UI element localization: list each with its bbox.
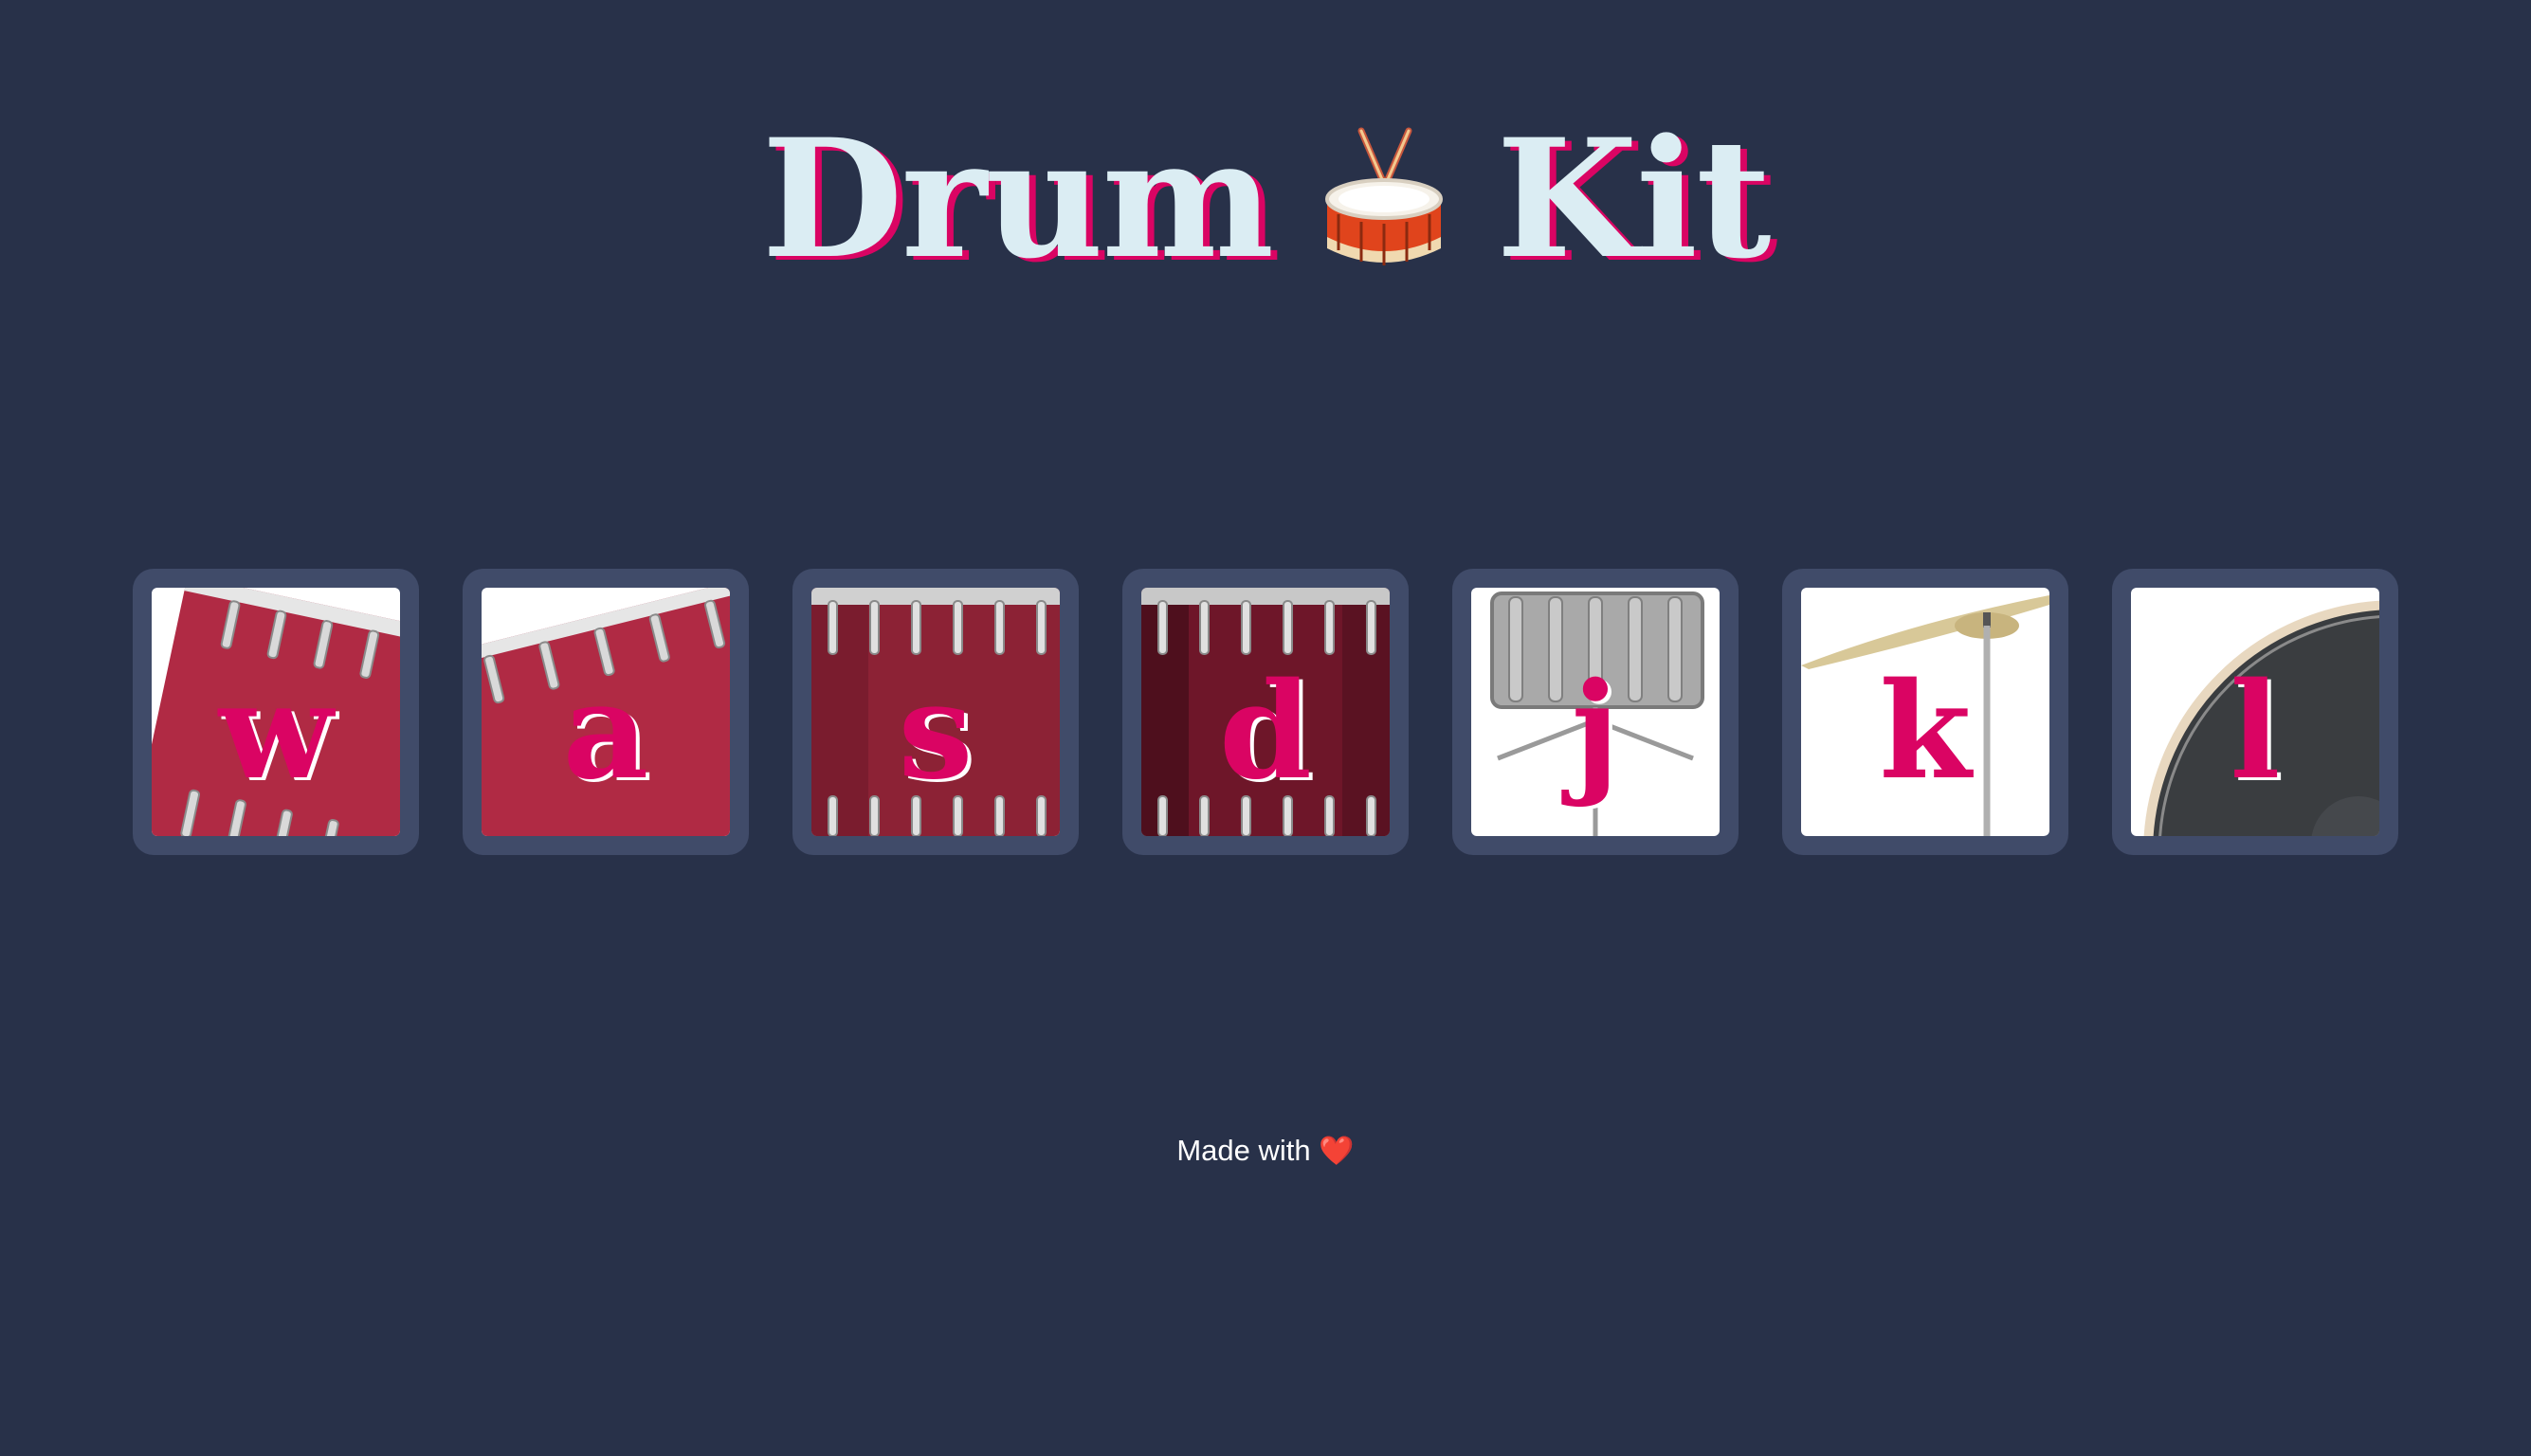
footer-text: Made with [1176,1134,1311,1167]
pad-key-label: w [218,654,334,810]
drum-pad-row: w a s d j k l [133,569,2398,855]
drum-pad-s[interactable]: s [792,569,1079,855]
drum-pad-face: w [152,588,400,836]
page-title: Drum Kit [0,104,2531,294]
drum-pad-face: a [482,588,730,836]
drum-pad-face: s [811,588,1060,836]
pad-key-label: d [1219,654,1312,810]
pad-key-label: j [1571,654,1620,810]
drum-pad-face: l [2131,588,2379,836]
pad-key-label: k [1879,654,1972,810]
drum-pad-k[interactable]: k [1782,569,2068,855]
drum-pad-a[interactable]: a [463,569,749,855]
drum-icon [1325,127,1444,265]
pad-key-label: a [562,654,649,810]
drum-pad-d[interactable]: d [1122,569,1409,855]
drum-pad-face: k [1801,588,2049,836]
drum-pad-w[interactable]: w [133,569,419,855]
heart-icon: ❤️ [1319,1136,1355,1167]
drum-pad-l[interactable]: l [2112,569,2398,855]
drum-pad-face: d [1141,588,1390,836]
pad-key-label: l [2230,654,2281,810]
pad-key-label: s [898,654,974,810]
drum-pad-face: j [1471,588,1720,836]
drum-pad-j[interactable]: j [1452,569,1739,855]
title-drum: Drum [761,102,1274,295]
footer: Made with ❤️ [0,1134,2531,1168]
title-kit: Kit [1496,102,1771,295]
